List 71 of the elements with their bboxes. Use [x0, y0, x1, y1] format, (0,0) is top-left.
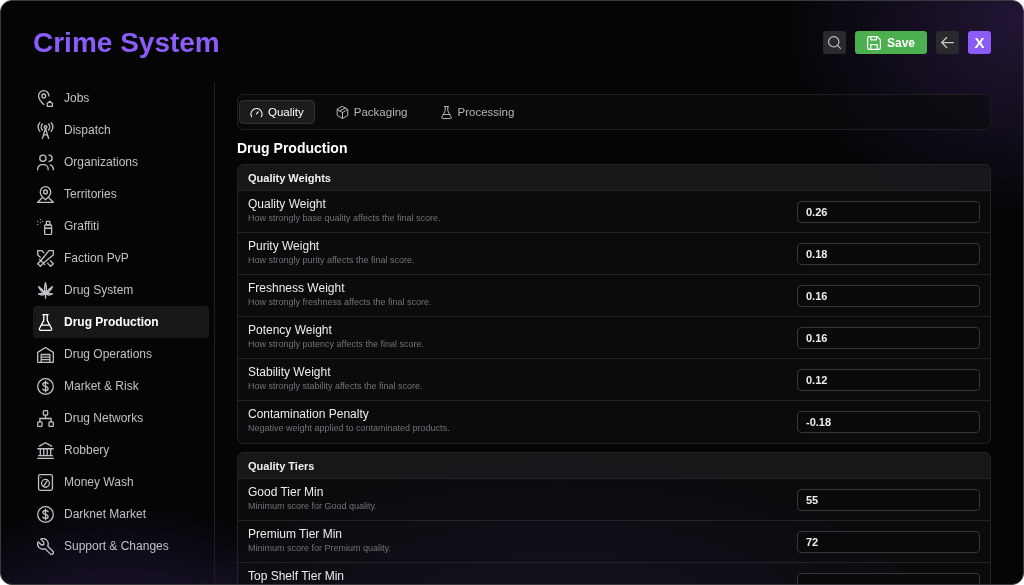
setting-description: How strongly purity affects the final score. [248, 255, 415, 266]
flask-icon [37, 313, 54, 331]
section-header: Quality Weights [238, 165, 990, 191]
tab[interactable]: Packaging [324, 100, 419, 124]
input-field[interactable]: 55 [797, 489, 980, 511]
antenna-icon [37, 121, 54, 139]
people-icon [37, 153, 54, 171]
setting-label: Good Tier Min [248, 485, 325, 499]
setting-description: How strongly potency affects the final score. [248, 339, 424, 350]
setting-description: How strongly stability affects the final score. [248, 381, 423, 392]
sidebar-item[interactable]: Organizations [33, 146, 209, 178]
map-pin-icon [37, 185, 54, 203]
bank-icon [37, 441, 54, 459]
input-field[interactable]: 0.16 [797, 285, 980, 307]
sidebar-item[interactable]: Support & Changes [33, 530, 209, 562]
sidebar-item[interactable]: Drug Operations [33, 338, 209, 370]
sidebar-item[interactable]: Robbery [33, 434, 209, 466]
section-header: Quality Tiers [238, 453, 990, 479]
sidebar-item[interactable]: Territories [33, 178, 209, 210]
spray-can-icon [37, 217, 54, 235]
flask-icon [439, 105, 453, 119]
sidebar-item[interactable]: Darknet Market [33, 498, 209, 530]
setting-label: Stability Weight [248, 365, 332, 379]
tab[interactable]: Quality [239, 100, 315, 124]
tab[interactable]: Processing [428, 100, 526, 124]
dollar-coin-icon [37, 505, 54, 523]
setting-description: Minimum score for Premium quality. [248, 543, 391, 554]
location-pin-icon [37, 89, 54, 107]
setting-label: Potency Weight [248, 323, 333, 337]
sidebar-item[interactable]: Drug System [33, 274, 209, 306]
setting-description: Negative weight applied to contaminated products. [248, 423, 450, 434]
setting-label: Premium Tier Min [248, 527, 343, 541]
left-arrow-icon [941, 36, 954, 49]
box-icon [335, 105, 349, 119]
washing-machine-icon [37, 473, 54, 491]
gauge-icon [250, 105, 263, 119]
setting-description: How strongly freshness affects the final score. [248, 297, 432, 308]
sidebar-item[interactable]: Jobs [33, 82, 209, 114]
app-title: Crime System [33, 27, 220, 59]
back-button[interactable] [936, 31, 959, 54]
leaf-icon [37, 281, 54, 299]
wrench-icon [37, 537, 54, 555]
search-button[interactable] [823, 31, 846, 54]
page-heading: Drug Production [237, 140, 349, 156]
input-field[interactable]: 0.18 [797, 243, 980, 265]
setting-label: Top Shelf Tier Min [248, 569, 345, 583]
garage-icon [37, 345, 54, 363]
dollar-coin-icon [37, 377, 54, 395]
setting-label: Purity Weight [248, 239, 321, 253]
sidebar-item[interactable]: Drug Production [33, 306, 209, 338]
search-icon [828, 36, 841, 49]
setting-label: Freshness Weight [248, 281, 346, 295]
floppy-disk-icon [867, 35, 881, 50]
sidebar-item[interactable]: Faction PvP [33, 242, 209, 274]
crossed-swords-icon [37, 249, 54, 267]
input-field[interactable]: -0.18 [797, 411, 980, 433]
sidebar-item[interactable]: Graffiti [33, 210, 209, 242]
close-button[interactable]: X [968, 31, 991, 54]
input-field[interactable]: 0.12 [797, 369, 980, 391]
setting-description: Minimum score for Good quality. [248, 501, 377, 512]
sidebar-item[interactable]: Market & Risk [33, 370, 209, 402]
setting-label: Contamination Penalty [248, 407, 370, 421]
setting-description: How strongly base quality affects the final score. [248, 213, 441, 224]
network-icon [37, 409, 54, 427]
input-field[interactable]: 72 [797, 531, 980, 553]
setting-label: Quality Weight [248, 197, 327, 211]
input-field[interactable]: 0.16 [797, 327, 980, 349]
input-field[interactable]: 0.26 [797, 201, 980, 223]
sidebar-item[interactable]: Dispatch [33, 114, 209, 146]
sidebar-item[interactable]: Drug Networks [33, 402, 209, 434]
sidebar-item[interactable]: Money Wash [33, 466, 209, 498]
